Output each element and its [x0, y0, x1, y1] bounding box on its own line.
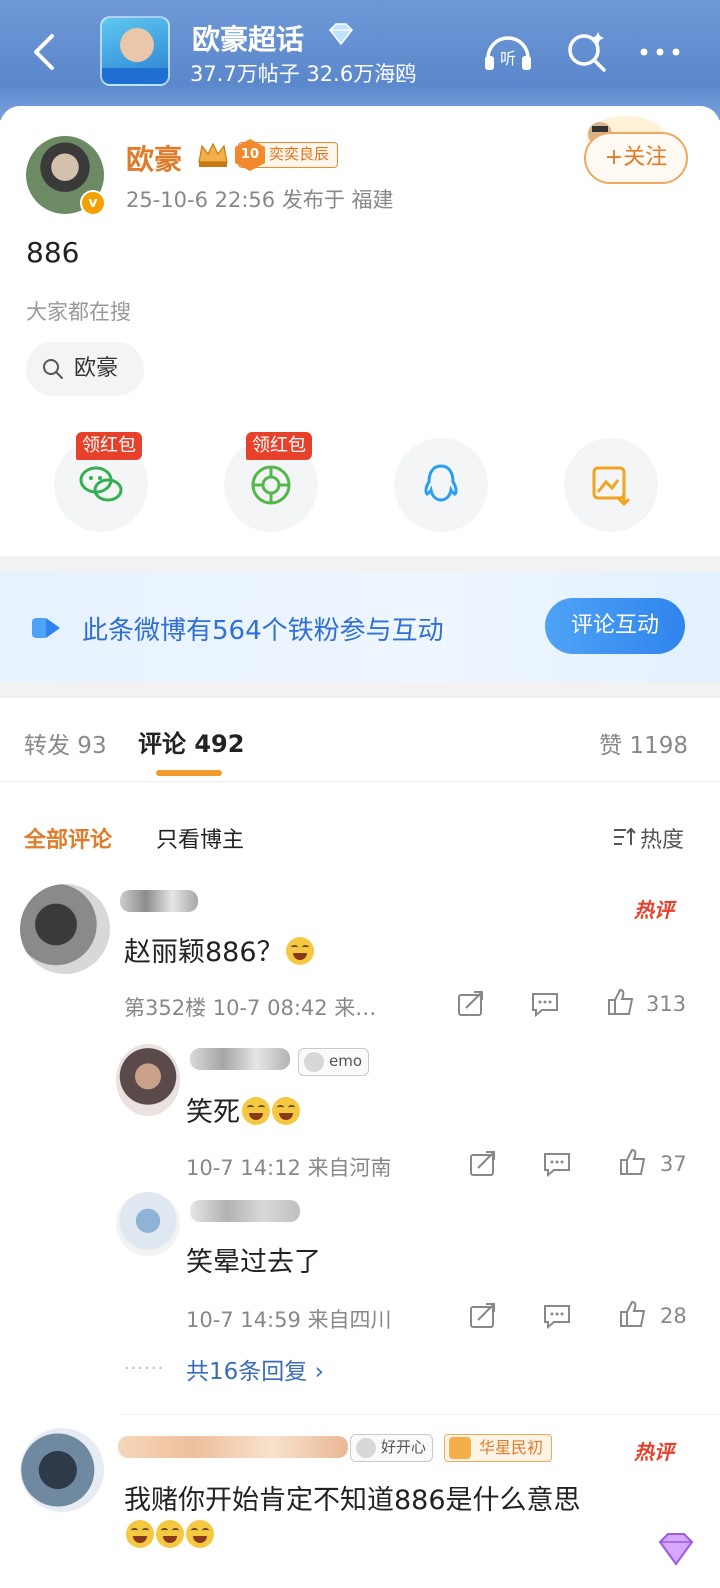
diamond-icon: [328, 23, 354, 46]
search-hint-label: 大家都在搜: [26, 300, 131, 324]
user-status-badge: emo: [298, 1048, 370, 1076]
iron-fan-banner: 此条微博有564个铁粉参与互动 评论互动: [0, 572, 720, 682]
redpack-badge: 领红包: [76, 432, 142, 460]
dotted-connector: ······: [124, 1358, 165, 1379]
hot-comment-badge: 热评: [634, 1440, 674, 1464]
laugh-cry-emoji-icon: [285, 937, 314, 965]
follow-button[interactable]: +关注: [584, 132, 688, 184]
commenter-avatar[interactable]: [20, 1428, 104, 1512]
divider: [0, 682, 720, 698]
like-icon[interactable]: [618, 1148, 648, 1176]
back-button[interactable]: [24, 28, 64, 76]
comment-divider: [120, 1414, 720, 1415]
sort-label[interactable]: 热度: [640, 822, 684, 854]
reply-name[interactable]: [190, 1048, 290, 1070]
svg-text:听: 听: [500, 49, 516, 68]
save-image-button[interactable]: [564, 438, 658, 532]
comment-text: 赵丽颖886？: [124, 930, 314, 969]
tab-repost[interactable]: 转发 93: [24, 726, 107, 760]
topic-title[interactable]: 欧豪超话: [192, 18, 304, 58]
laugh-emoji-icon: [272, 1097, 300, 1125]
post-meta: 25-10-6 22:56 发布于 福建: [126, 188, 394, 212]
like-count: 37: [660, 1152, 687, 1176]
crown-icon: [198, 142, 228, 167]
fan-level: 10: [235, 139, 265, 171]
reply-text-content: 笑死: [186, 1097, 240, 1128]
reply-meta: 10-7 14:59 来自四川: [186, 1308, 392, 1332]
diamond-reward-icon[interactable]: [652, 1530, 700, 1570]
view-all-replies-link[interactable]: 共16条回复 ›: [186, 1352, 324, 1386]
like-icon[interactable]: [606, 988, 636, 1016]
comment-text-content: 赵丽颖886？: [124, 937, 284, 968]
comment-meta: 第352楼 10-7 08:42 来…: [124, 996, 377, 1020]
commenter-name[interactable]: [120, 890, 198, 912]
smile-emoji-icon: [156, 1520, 184, 1548]
search-sparkle-icon[interactable]: [562, 26, 610, 76]
laugh-emoji-icon: [242, 1097, 270, 1125]
emoji-row: [124, 1520, 214, 1548]
share-qq-button[interactable]: [394, 438, 488, 532]
like-count: 313: [646, 992, 687, 1016]
fan-badge-label: 奕奕良辰: [269, 145, 330, 163]
listen-icon[interactable]: 听: [480, 28, 536, 76]
more-icon[interactable]: [630, 28, 690, 76]
filter-all-comments[interactable]: 全部评论: [24, 822, 112, 854]
reply-avatar[interactable]: [116, 1044, 180, 1116]
status-badge-label: emo: [329, 1052, 363, 1070]
comment-interact-button[interactable]: 评论互动: [545, 598, 685, 654]
status-badge-label: 好开心: [381, 1438, 427, 1456]
smile-emoji-icon: [186, 1520, 214, 1548]
reply-text: 笑死: [186, 1090, 300, 1129]
reply-icon[interactable]: [530, 990, 560, 1018]
commenter-avatar[interactable]: [20, 884, 110, 974]
post-tabs: 转发 93 评论 492 赞 1198: [0, 698, 720, 782]
reply-icon[interactable]: [542, 1150, 572, 1178]
commenter-name[interactable]: [118, 1436, 348, 1458]
like-count: 28: [660, 1304, 687, 1328]
user-status-badge: 好开心: [350, 1434, 434, 1462]
repost-icon[interactable]: [468, 1150, 498, 1178]
fan-badge-label: 华星民初: [479, 1438, 544, 1457]
qq-icon: [424, 464, 458, 502]
sort-icon[interactable]: [612, 826, 636, 848]
reply-avatar[interactable]: [116, 1192, 180, 1256]
verified-icon: v: [80, 190, 106, 216]
reply-meta: 10-7 14:12 来自河南: [186, 1156, 392, 1180]
tab-like[interactable]: 赞 1198: [599, 726, 688, 760]
like-icon[interactable]: [618, 1300, 648, 1328]
topic-cover-image[interactable]: [100, 16, 170, 86]
comment-text: 我赌你开始肯定不知道886是什么意思: [124, 1485, 581, 1516]
hot-comment-badge: 热评: [634, 898, 674, 922]
repost-icon[interactable]: [468, 1302, 498, 1330]
search-icon: [43, 359, 63, 379]
reply-name[interactable]: [190, 1200, 300, 1222]
search-chip-label: 欧豪: [74, 356, 119, 381]
topic-stats: 37.7万帖子 32.6万海鸥: [190, 62, 417, 86]
smile-emoji-icon: [126, 1520, 154, 1548]
reply-icon[interactable]: [542, 1302, 572, 1330]
save-image-icon: [592, 466, 631, 507]
search-suggestion-chip[interactable]: 欧豪: [26, 342, 144, 396]
repost-icon[interactable]: [456, 990, 486, 1018]
sad-face-icon: [304, 1052, 324, 1072]
interaction-icon: [32, 618, 60, 638]
reply-text: 笑晕过去了: [186, 1247, 321, 1278]
chevron-left-icon: [34, 34, 54, 70]
redpack-badge: 领红包: [246, 432, 312, 460]
fan-badge[interactable]: 10 奕奕良辰: [235, 139, 339, 171]
banner-text: 此条微博有564个铁粉参与互动: [82, 616, 444, 646]
filter-author-only[interactable]: 只看博主: [156, 822, 244, 854]
tab-comment[interactable]: 评论 492: [138, 724, 244, 759]
divider: [0, 556, 720, 572]
post-text: 886: [26, 236, 80, 269]
moments-icon: [251, 465, 291, 505]
topic-header: 欧豪超话 37.7万帖子 32.6万海鸥 听: [0, 0, 720, 120]
author-name[interactable]: 欧豪: [126, 138, 182, 178]
fan-badge[interactable]: 华星民初: [444, 1434, 553, 1462]
active-tab-indicator: [156, 770, 222, 776]
smile-face-icon: [356, 1438, 376, 1458]
post-card: v 欧豪 10 奕奕良辰 25-10-6 22:56 发布于 福建 +关注 88…: [0, 106, 720, 556]
fan-level-icon: [449, 1437, 471, 1459]
wechat-icon: [79, 466, 123, 502]
